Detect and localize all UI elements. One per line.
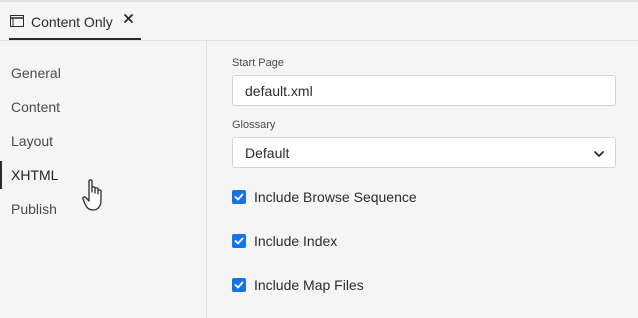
settings-panel: Start Page Glossary Default Include Brow… — [207, 41, 638, 318]
chevron-down-icon — [593, 147, 605, 159]
include-browse-sequence-label: Include Browse Sequence — [254, 189, 417, 205]
checkmark-icon[interactable] — [232, 278, 246, 292]
start-page-label: Start Page — [232, 57, 284, 69]
hand-pointer-cursor-icon — [82, 178, 108, 214]
close-icon[interactable] — [122, 12, 136, 26]
tab-title: Content Only — [31, 14, 113, 30]
include-map-files-label: Include Map Files — [254, 277, 364, 293]
glossary-select[interactable]: Default — [232, 137, 616, 168]
sidebar-item-content[interactable]: Content — [0, 93, 206, 121]
sidebar-item-layout[interactable]: Layout — [0, 127, 206, 155]
start-page-input[interactable] — [232, 75, 616, 106]
checkmark-icon[interactable] — [232, 190, 246, 204]
tab-content-only[interactable]: Content Only — [9, 2, 141, 40]
tab-bar: Content Only — [0, 2, 638, 41]
glossary-label: Glossary — [232, 119, 276, 131]
glossary-value: Default — [245, 145, 290, 161]
checkmark-icon[interactable] — [232, 234, 246, 248]
sidebar-item-general[interactable]: General — [0, 59, 206, 87]
window-icon — [10, 14, 24, 27]
include-index-label: Include Index — [254, 233, 338, 249]
